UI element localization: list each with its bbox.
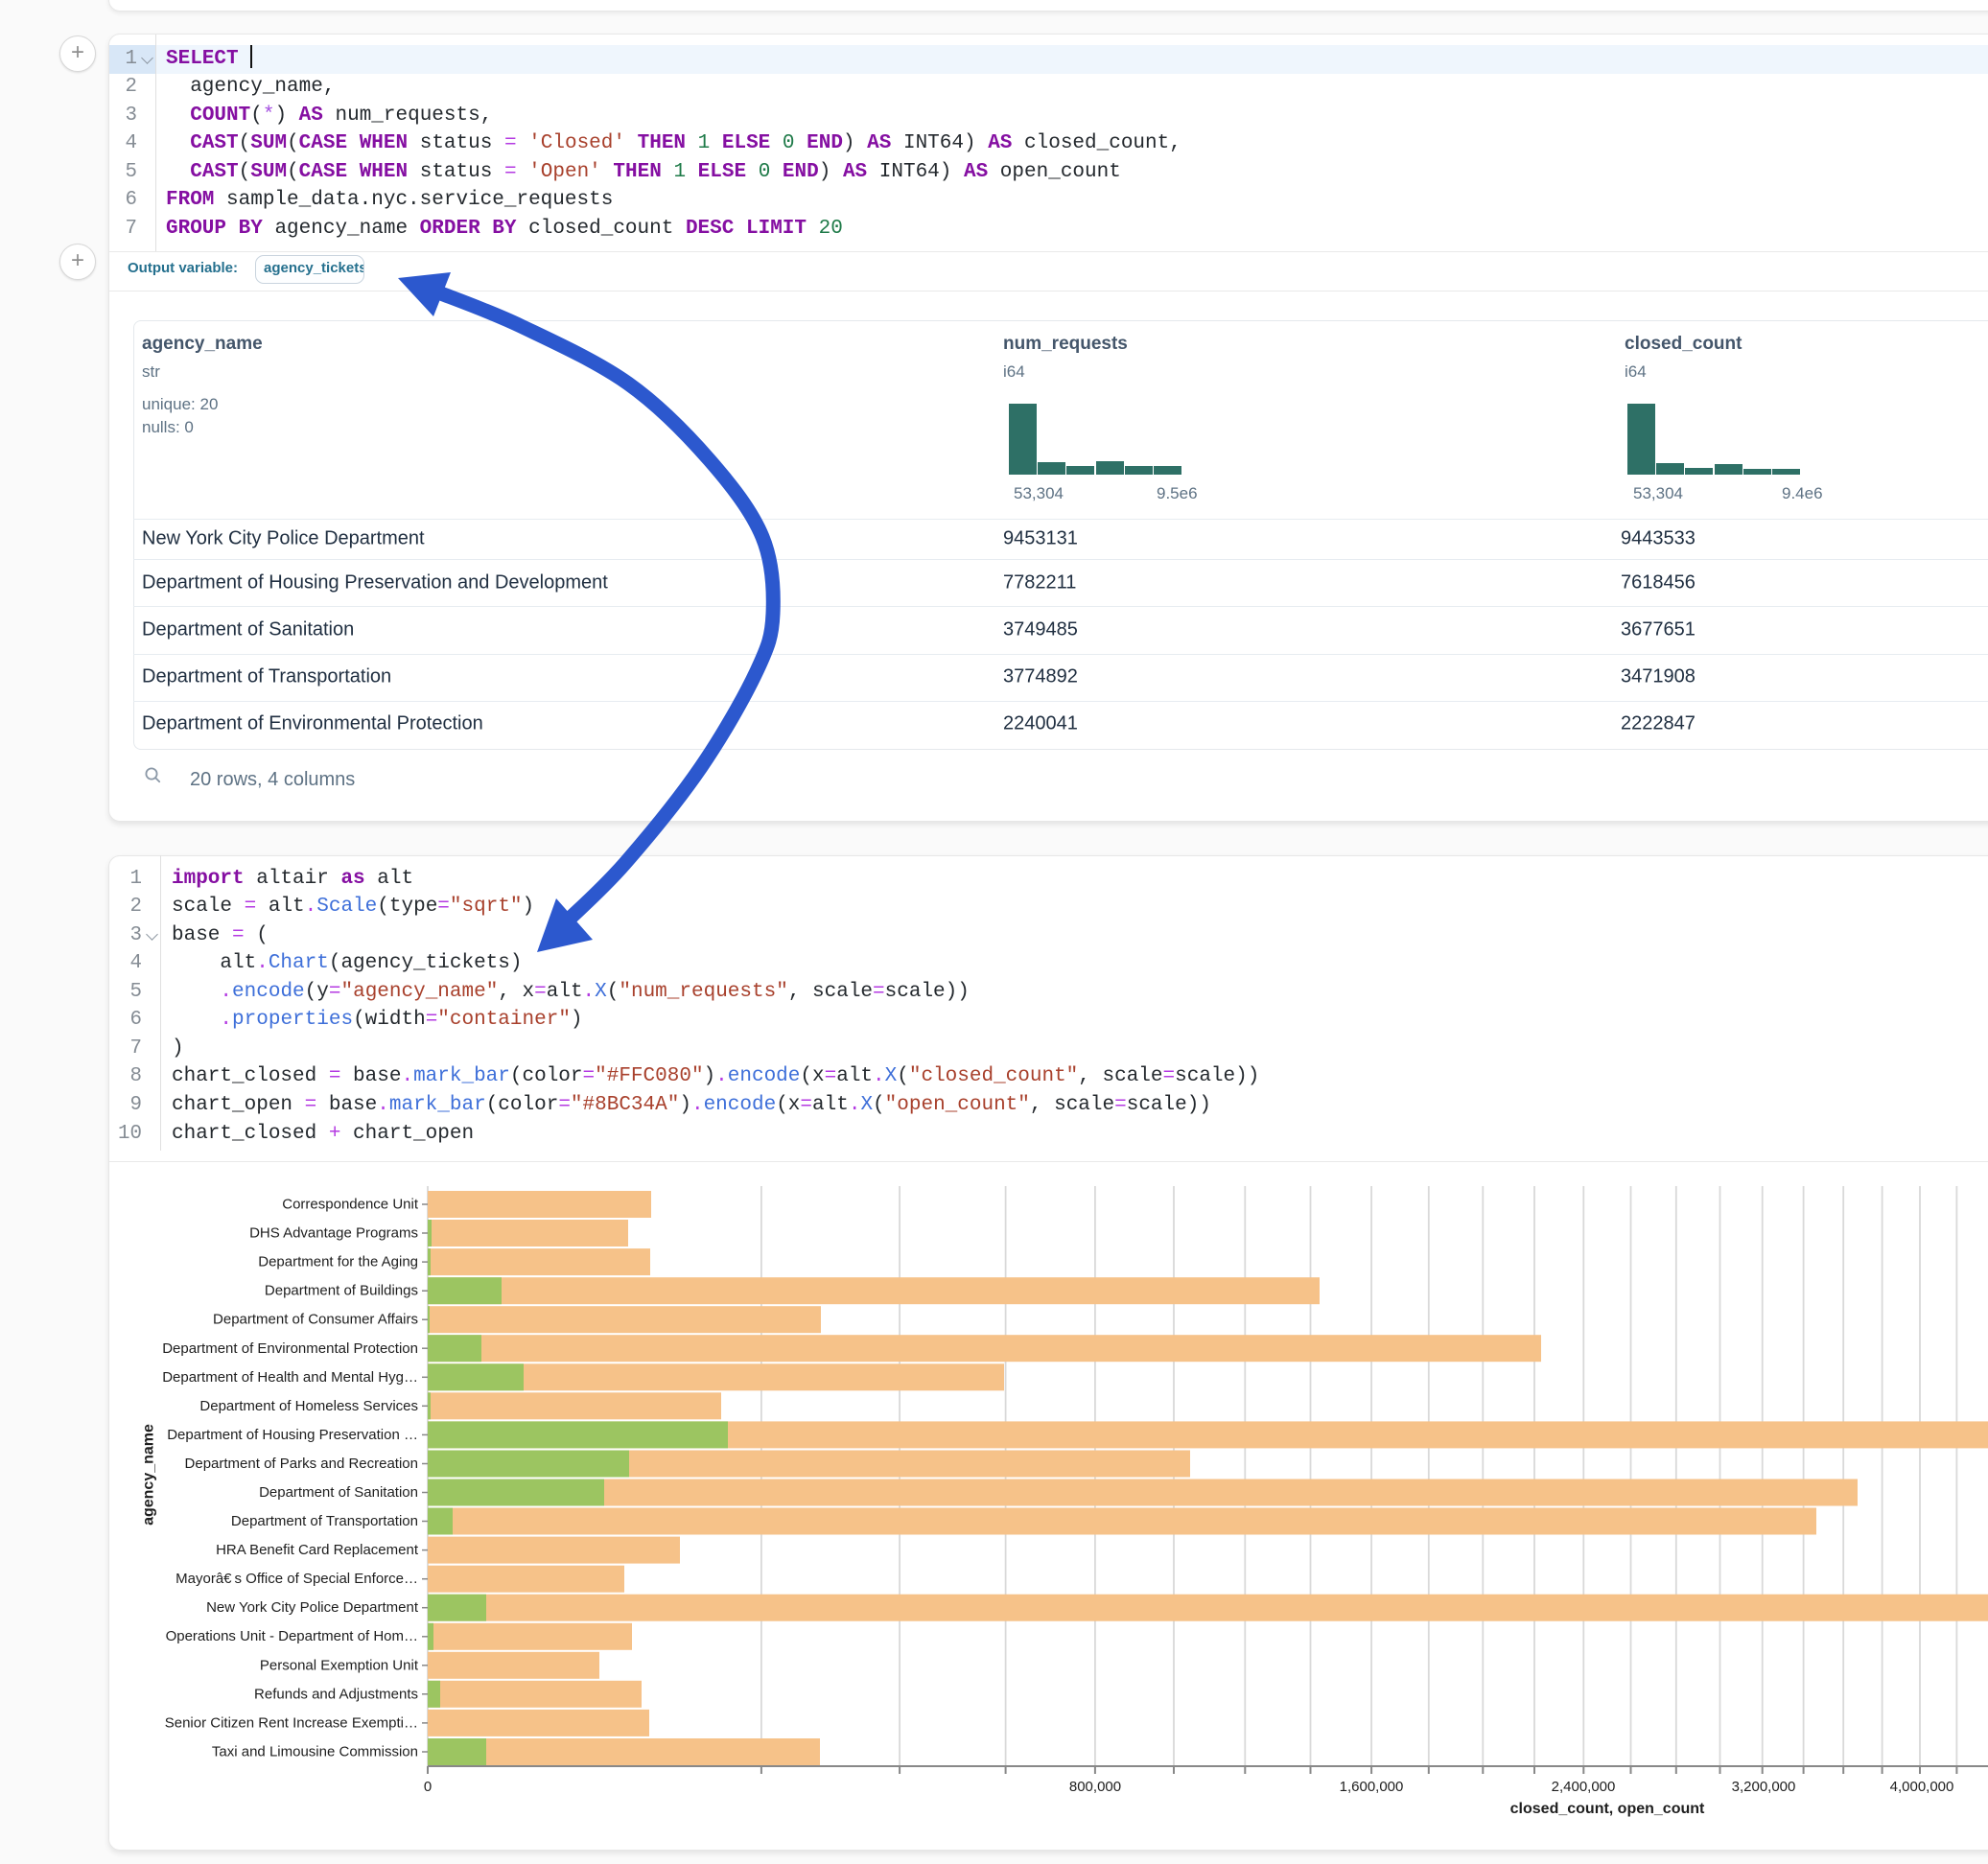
svg-text:Taxi and Limousine Commission: Taxi and Limousine Commission <box>212 1744 418 1760</box>
svg-text:Department of Health and Menta: Department of Health and Mental Hyg… <box>162 1369 418 1386</box>
svg-text:Refunds and Adjustments: Refunds and Adjustments <box>254 1686 418 1702</box>
svg-text:Department of Consumer Affairs: Department of Consumer Affairs <box>213 1312 418 1328</box>
svg-text:Department of Parks and Recrea: Department of Parks and Recreation <box>185 1456 418 1472</box>
svg-text:closed_count, open_count: closed_count, open_count <box>1510 1801 1705 1817</box>
svg-text:1,600,000: 1,600,000 <box>1340 1779 1404 1795</box>
svg-text:Operations Unit - Department o: Operations Unit - Department of Hom… <box>166 1628 418 1644</box>
svg-text:New York City Police Departmen: New York City Police Department <box>206 1599 419 1616</box>
svg-text:Correspondence Unit: Correspondence Unit <box>282 1197 419 1213</box>
svg-text:HRA Benefit Card Replacement: HRA Benefit Card Replacement <box>216 1542 419 1558</box>
svg-text:Department of Homeless Service: Department of Homeless Services <box>199 1398 418 1414</box>
svg-text:0: 0 <box>424 1779 432 1795</box>
svg-text:agency_name: agency_name <box>141 1424 157 1526</box>
svg-text:800,000: 800,000 <box>1069 1779 1121 1795</box>
svg-text:Department of Buildings: Department of Buildings <box>265 1283 418 1299</box>
svg-text:Department of Sanitation: Department of Sanitation <box>259 1484 418 1501</box>
svg-text:Department of Housing Preserva: Department of Housing Preservation … <box>167 1427 418 1443</box>
svg-text:DHS Advantage Programs: DHS Advantage Programs <box>249 1225 418 1242</box>
svg-text:2,400,000: 2,400,000 <box>1552 1779 1616 1795</box>
svg-text:Personal Exemption Unit: Personal Exemption Unit <box>260 1657 419 1673</box>
svg-text:Department of Environmental Pr: Department of Environmental Protection <box>162 1340 418 1357</box>
svg-text:4,000,000: 4,000,000 <box>1890 1779 1954 1795</box>
svg-text:Senior Citizen Rent Increase E: Senior Citizen Rent Increase Exempti… <box>165 1714 418 1731</box>
svg-text:3,200,000: 3,200,000 <box>1732 1779 1796 1795</box>
svg-text:Mayorâ€ s Office of Special En: Mayorâ€ s Office of Special Enforce… <box>175 1571 418 1587</box>
svg-text:Department of Transportation: Department of Transportation <box>231 1513 418 1529</box>
svg-text:Department for the Aging: Department for the Aging <box>258 1254 418 1270</box>
